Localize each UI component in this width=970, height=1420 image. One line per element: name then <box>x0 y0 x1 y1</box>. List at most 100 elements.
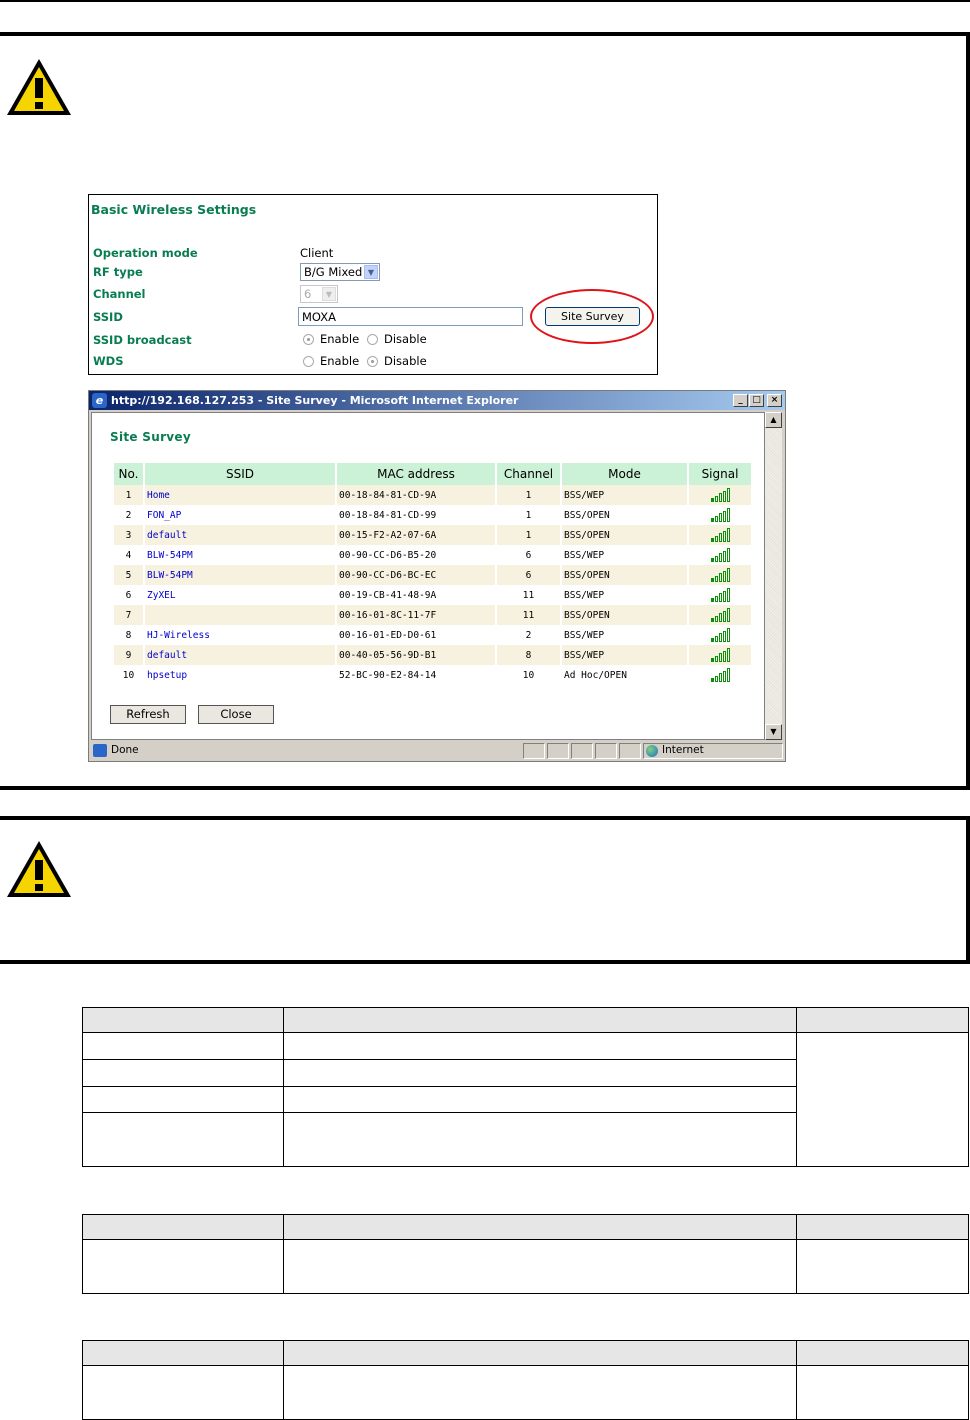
signal-bar <box>714 675 718 682</box>
page-top-rule <box>0 0 970 2</box>
col-channel: Channel <box>497 463 560 485</box>
cell-no: 2 <box>114 505 143 525</box>
cell-signal <box>689 565 751 585</box>
cell-ssid[interactable]: BLW-54PM <box>145 565 335 585</box>
close-window-button[interactable]: × <box>767 394 782 407</box>
cell-ssid[interactable]: Home <box>145 485 335 505</box>
label-channel: Channel <box>93 287 146 301</box>
table-cell <box>282 1365 798 1420</box>
wds-disable-label: Disable <box>384 354 427 368</box>
signal-bar <box>726 508 730 522</box>
signal-bar <box>710 538 714 542</box>
signal-bar <box>722 670 726 682</box>
warning-icon <box>7 59 71 115</box>
cell-channel: 11 <box>497 585 560 605</box>
cell-no: 4 <box>114 545 143 565</box>
signal-bar <box>714 495 718 502</box>
signal-bars-icon <box>710 588 730 602</box>
table-header-cell <box>282 1340 798 1366</box>
cell-ssid[interactable]: hpsetup <box>145 665 335 685</box>
chevron-down-icon: ▼ <box>322 287 336 301</box>
cell-channel: 1 <box>497 525 560 545</box>
cell-channel: 10 <box>497 665 560 685</box>
ssid-broadcast-enable-radio <box>303 334 314 345</box>
table-cell <box>282 1032 798 1060</box>
cell-mode: Ad Hoc/OPEN <box>562 665 687 685</box>
cell-ssid[interactable] <box>145 605 335 625</box>
scroll-down-button[interactable]: ▼ <box>765 724 782 740</box>
cell-signal <box>689 625 751 645</box>
minimize-button[interactable]: _ <box>733 394 748 407</box>
label-ssid-broadcast: SSID broadcast <box>93 333 192 347</box>
status-text: Done <box>111 744 139 756</box>
cell-ssid[interactable]: FON_AP <box>145 505 335 525</box>
signal-bar <box>722 570 726 582</box>
signal-bar <box>722 510 726 522</box>
scroll-up-button[interactable]: ▲ <box>765 412 782 428</box>
cell-mode: BSS/WEP <box>562 585 687 605</box>
cell-channel: 2 <box>497 625 560 645</box>
signal-bar <box>710 678 714 682</box>
table-row: 3 default 00-15-F2-A2-07-6A 1 BSS/OPEN <box>114 525 751 545</box>
cell-signal <box>689 525 751 545</box>
signal-bar <box>710 578 714 582</box>
chevron-down-icon: ▼ <box>364 265 378 279</box>
refresh-button[interactable]: Refresh <box>110 705 186 724</box>
cell-no: 6 <box>114 585 143 605</box>
cell-mode: BSS/WEP <box>562 485 687 505</box>
ssid-broadcast-disable-label: Disable <box>384 332 427 346</box>
table-cell <box>82 1112 284 1167</box>
table-header-cell <box>82 1214 284 1240</box>
cell-signal <box>689 665 751 685</box>
signal-bar <box>710 618 714 622</box>
cell-channel: 6 <box>497 545 560 565</box>
wds-enable-label: Enable <box>320 354 360 368</box>
table-header-cell <box>82 1340 284 1366</box>
zone-cell: Internet <box>643 743 783 759</box>
cell-ssid[interactable]: default <box>145 525 335 545</box>
signal-bar <box>722 610 726 622</box>
cell-ssid[interactable]: ZyXEL <box>145 585 335 605</box>
maximize-button[interactable]: □ <box>749 394 764 407</box>
site-survey-highlight-circle <box>530 289 654 344</box>
col-ssid: SSID <box>145 463 335 485</box>
cell-channel: 8 <box>497 645 560 665</box>
cell-ssid[interactable]: HJ-Wireless <box>145 625 335 645</box>
table-cell <box>282 1239 798 1294</box>
table-cell <box>82 1059 284 1087</box>
table-row: 8 HJ-Wireless 00-16-01-ED-D0-61 2 BSS/WEP <box>114 625 751 645</box>
signal-bar <box>726 568 730 582</box>
vertical-scrollbar[interactable]: ▲ ▼ <box>765 412 782 740</box>
table-cell <box>82 1365 284 1420</box>
signal-bars-icon <box>710 668 730 682</box>
signal-bar <box>726 608 730 622</box>
signal-bars-icon <box>710 648 730 662</box>
label-wds: WDS <box>93 354 124 368</box>
cell-mode: BSS/WEP <box>562 625 687 645</box>
table-header-cell <box>282 1007 798 1033</box>
cell-ssid[interactable]: default <box>145 645 335 665</box>
signal-bar <box>718 513 722 522</box>
label-operation-mode: Operation mode <box>93 246 198 260</box>
ssid-input[interactable]: MOXA <box>298 307 523 326</box>
table-row: 4 BLW-54PM 00-90-CC-D6-B5-20 6 BSS/WEP <box>114 545 751 565</box>
window-title-bar: e http://192.168.127.253 - Site Survey -… <box>89 391 785 410</box>
close-button[interactable]: Close <box>198 705 274 724</box>
signal-bar <box>710 498 714 502</box>
table-row: 7 00-16-01-8C-11-7F 11 BSS/OPEN <box>114 605 751 625</box>
page-content: Site Survey No. SSID MAC address Channel… <box>91 412 765 740</box>
rf-type-select[interactable]: B/G Mixed ▼ <box>300 263 380 281</box>
cell-mac: 00-15-F2-A2-07-6A <box>337 525 495 545</box>
cell-ssid[interactable]: BLW-54PM <box>145 545 335 565</box>
warning-note-box <box>0 816 970 964</box>
signal-bar <box>714 555 718 562</box>
table-cell <box>82 1032 284 1060</box>
signal-bar <box>710 638 714 642</box>
cell-signal <box>689 505 751 525</box>
table-cell <box>282 1086 798 1113</box>
cell-mac: 00-16-01-8C-11-7F <box>337 605 495 625</box>
table-row: 5 BLW-54PM 00-90-CC-D6-BC-EC 6 BSS/OPEN <box>114 565 751 585</box>
settings-table <box>82 1214 969 1294</box>
table-header-cell <box>82 1007 284 1033</box>
operation-mode-value: Client <box>300 246 334 260</box>
